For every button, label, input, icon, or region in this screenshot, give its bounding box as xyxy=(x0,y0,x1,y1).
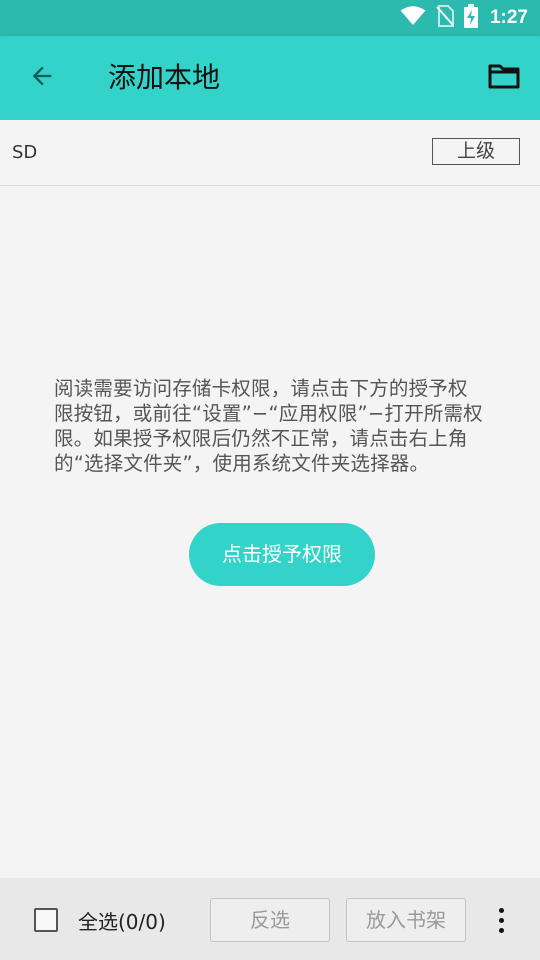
invert-selection-button[interactable]: 反选 xyxy=(210,898,330,942)
page-title: 添加本地 xyxy=(108,61,221,94)
add-to-bookshelf-button[interactable]: 放入书架 xyxy=(346,898,466,942)
folder-icon xyxy=(488,63,520,93)
battery-charging-icon xyxy=(463,4,478,32)
path-bar: SD 上级 xyxy=(0,120,540,186)
select-all-toggle[interactable]: 全选(0/0) xyxy=(34,906,166,934)
select-folder-button[interactable] xyxy=(486,60,522,96)
more-vertical-icon xyxy=(498,907,504,913)
status-icons: 1:27 xyxy=(400,0,528,36)
select-all-checkbox[interactable] xyxy=(34,908,58,932)
wifi-icon xyxy=(400,6,426,30)
arrow-left-icon xyxy=(28,62,56,94)
status-time: 1:27 xyxy=(489,7,528,28)
bottom-action-bar: 全选(0/0) 反选 放入书架 xyxy=(0,878,540,960)
select-all-label: 全选(0/0) xyxy=(78,909,166,934)
back-button[interactable] xyxy=(22,58,62,98)
current-path: SD xyxy=(12,142,38,163)
status-bar: 1:27 xyxy=(0,0,540,36)
permission-message: 阅读需要访问存储卡权限，请点击下方的授予权限按钮，或前往“设置”−“应用权限”−… xyxy=(54,377,483,475)
grant-permission-button[interactable]: 点击授予权限 xyxy=(189,523,375,586)
app-bar: 添加本地 xyxy=(0,36,540,120)
parent-directory-button[interactable]: 上级 xyxy=(432,138,520,165)
more-options-button[interactable] xyxy=(492,902,510,938)
no-sim-icon xyxy=(436,5,454,31)
